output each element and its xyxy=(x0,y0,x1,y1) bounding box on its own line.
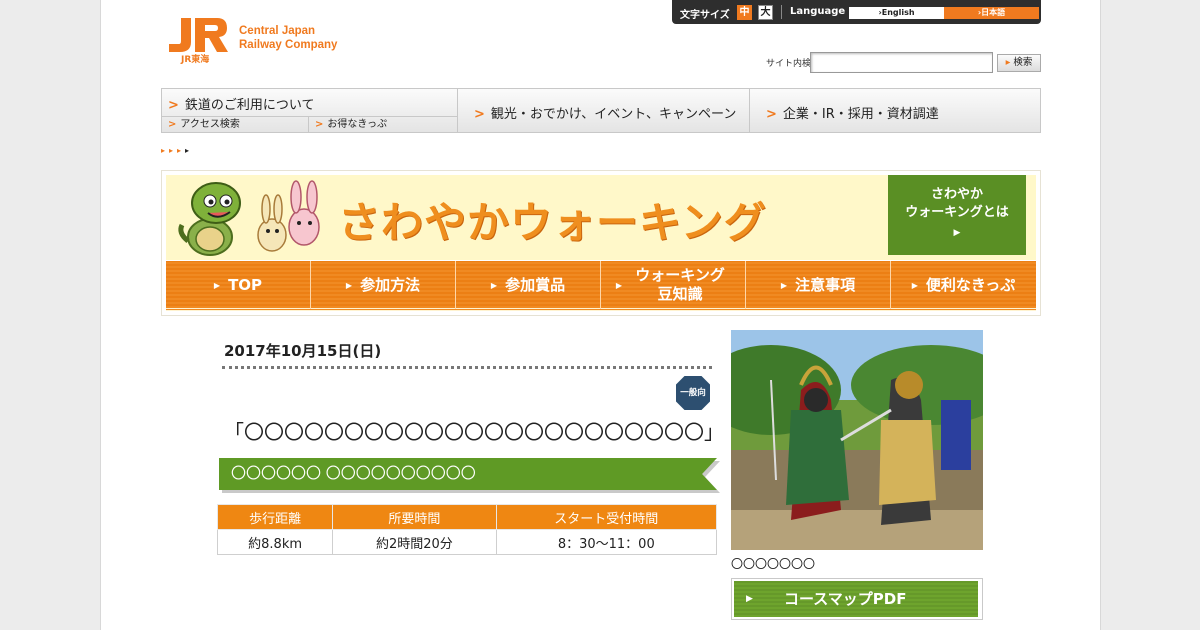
search-input[interactable] xyxy=(810,52,993,73)
language-english-button[interactable]: ›English xyxy=(849,7,944,19)
company-name: Central Japan Railway Company xyxy=(239,24,337,52)
breadcrumb-item[interactable]: ▸ xyxy=(169,146,177,155)
table-header-row: 歩行距離 所要時間 スタート受付時間 xyxy=(216,504,718,530)
nav-access-label: アクセス検索 xyxy=(180,119,240,130)
walking-nav-notes[interactable]: ▶ 注意事項 xyxy=(746,261,891,309)
language-japanese-button[interactable]: ›日本語 xyxy=(944,7,1039,19)
banner-title: さわやかウォーキング xyxy=(338,198,767,247)
divider xyxy=(781,5,782,19)
nav-corporate[interactable]: > 企業・IR・採用・資材調達 xyxy=(766,103,939,122)
walking-nav: ▶ TOP ▶ 参加方法 ▶ 参加賞品 ▶ ウォーキング 豆知識 ▶ 注意事項 ▶ 便利なき… xyxy=(166,261,1036,311)
sawayaka-walking-banner: さわやかウォーキング さわやか ウォーキングとは ▶ ▶ TOP ▶ 参加方法 ▶ 参… xyxy=(161,170,1041,316)
walking-distance: 約8.8km xyxy=(216,529,334,555)
event-photo xyxy=(731,330,983,550)
breadcrumb-current: ▸ xyxy=(185,146,194,155)
font-size-label: 文字サイズ xyxy=(680,10,730,21)
event-info-table: 歩行距離 所要時間 スタート受付時間 約8.8km 約2時間20分 8：30～1… xyxy=(216,504,718,555)
triangle-right-icon: ▶ xyxy=(911,280,918,290)
chevron-right-icon: > xyxy=(474,107,485,122)
svg-text:JR東海: JR東海 xyxy=(180,53,209,64)
company-name-line2: Railway Company xyxy=(239,39,338,51)
banner-header: さわやかウォーキング さわやか ウォーキングとは ▶ xyxy=(166,175,1036,260)
course-map-pdf-button[interactable]: ▶ コースマップPDF xyxy=(731,578,983,620)
required-time: 約2時間20分 xyxy=(332,529,497,555)
nav-tourism[interactable]: > 観光・おでかけ、イベント、キャンペーン xyxy=(474,103,736,122)
walking-nav-trivia[interactable]: ▶ ウォーキング 豆知識 xyxy=(601,261,746,309)
global-nav: > 鉄道のご利用について > アクセス検索 > お得なきっぷ > 観光・おでかけ、イベン… xyxy=(161,88,1041,133)
event-subtitle: 〇〇〇〇〇〇 〇〇〇〇〇〇〇〇〇〇 xyxy=(219,458,717,490)
chevron-right-icon: > xyxy=(168,98,179,113)
search-button-label: 検索 xyxy=(1013,57,1033,68)
table-header: 所要時間 xyxy=(332,504,497,530)
dotted-divider xyxy=(222,366,712,369)
walking-nav-prizes[interactable]: ▶ 参加賞品 xyxy=(456,261,601,309)
font-size-medium-button[interactable]: 中 xyxy=(737,5,752,20)
walking-nav-how-to-join[interactable]: ▶ 参加方法 xyxy=(311,261,456,309)
language-english-label: English xyxy=(881,8,915,17)
triangle-right-icon: ▶ xyxy=(746,594,753,604)
triangle-right-icon: ▶ xyxy=(213,280,221,290)
walking-nav-label: 参加方法 xyxy=(360,275,421,294)
nav-tourism-label: 観光・おでかけ、イベント、キャンペーン xyxy=(490,107,737,122)
pdf-button-inner: ▶ コースマップPDF xyxy=(734,581,978,617)
walking-nav-tickets[interactable]: ▶ 便利なきっぷ xyxy=(891,261,1036,309)
chevron-right-icon: ▸ xyxy=(1005,57,1011,68)
chevron-right-icon: > xyxy=(315,119,324,130)
table-header: 歩行距離 xyxy=(216,504,334,530)
about-line1: さわやか xyxy=(930,187,983,202)
walking-nav-top[interactable]: ▶ TOP xyxy=(166,261,311,309)
divider xyxy=(457,89,458,132)
nav-railway[interactable]: > 鉄道のご利用について xyxy=(168,94,315,113)
triangle-right-icon: ▶ xyxy=(490,280,498,290)
nav-railway-label: 鉄道のご利用について xyxy=(184,98,315,113)
font-size-large-button[interactable]: 大 xyxy=(758,5,773,20)
nav-access-search[interactable]: > アクセス検索 xyxy=(162,116,309,132)
triangle-right-icon: ▶ xyxy=(615,280,623,290)
breadcrumb-item[interactable]: ▸ xyxy=(161,146,169,155)
triangle-right-icon: ▶ xyxy=(345,280,353,290)
event-date: 2017年10月15日(日) xyxy=(224,342,382,360)
breadcrumb: ▸▸▸▸ xyxy=(161,146,193,155)
utility-bar: 文字サイズ 中 大 Language ›English ›日本語 xyxy=(672,0,1041,24)
company-name-line1: Central Japan xyxy=(239,25,316,37)
table-header: スタート受付時間 xyxy=(495,504,718,530)
walking-nav-label: 注意事項 xyxy=(795,275,856,294)
general-audience-badge: 一般向 xyxy=(676,376,710,410)
nav-tickets[interactable]: > お得なきっぷ xyxy=(309,116,457,132)
triangle-right-icon: ▶ xyxy=(780,280,788,290)
jr-logo[interactable]: JR東海 xyxy=(167,16,229,65)
table-row: 約8.8km 約2時間20分 8：30～11：00 xyxy=(216,529,718,555)
language-label: Language xyxy=(790,6,846,17)
walking-nav-label: 参加賞品 xyxy=(505,275,566,294)
event-title: 「〇〇〇〇〇〇〇〇〇〇〇〇〇〇〇〇〇〇〇〇〇〇〇」 xyxy=(224,420,724,444)
about-line2: ウォーキングとは xyxy=(905,205,1009,220)
start-reception-time: 8：30～11：00 xyxy=(495,529,718,555)
chevron-right-icon: > xyxy=(766,107,777,122)
walking-nav-label: 便利なきっぷ xyxy=(925,275,1016,294)
nav-corporate-label: 企業・IR・採用・資材調達 xyxy=(782,107,939,122)
walking-nav-label: ウォーキング 豆知識 xyxy=(635,266,725,303)
about-sawayaka-walking-button[interactable]: さわやか ウォーキングとは ▶ xyxy=(888,175,1026,255)
pdf-button-label: コースマップPDF xyxy=(784,590,907,608)
language-japanese-label: 日本語 xyxy=(981,8,1006,17)
page-container: JR東海 Central Japan Railway Company 文字サイズ… xyxy=(100,0,1101,630)
triangle-right-icon: ▶ xyxy=(953,228,961,238)
divider xyxy=(749,89,750,132)
mascot-illustration xyxy=(172,179,332,259)
chevron-right-icon: > xyxy=(168,119,177,130)
photo-caption: 〇〇〇〇〇〇〇 xyxy=(731,557,816,571)
walking-nav-label: TOP xyxy=(228,275,263,294)
search-button[interactable]: ▸ 検索 xyxy=(997,54,1041,72)
breadcrumb-item[interactable]: ▸ xyxy=(177,146,185,155)
nav-tickets-label: お得なきっぷ xyxy=(327,119,387,130)
